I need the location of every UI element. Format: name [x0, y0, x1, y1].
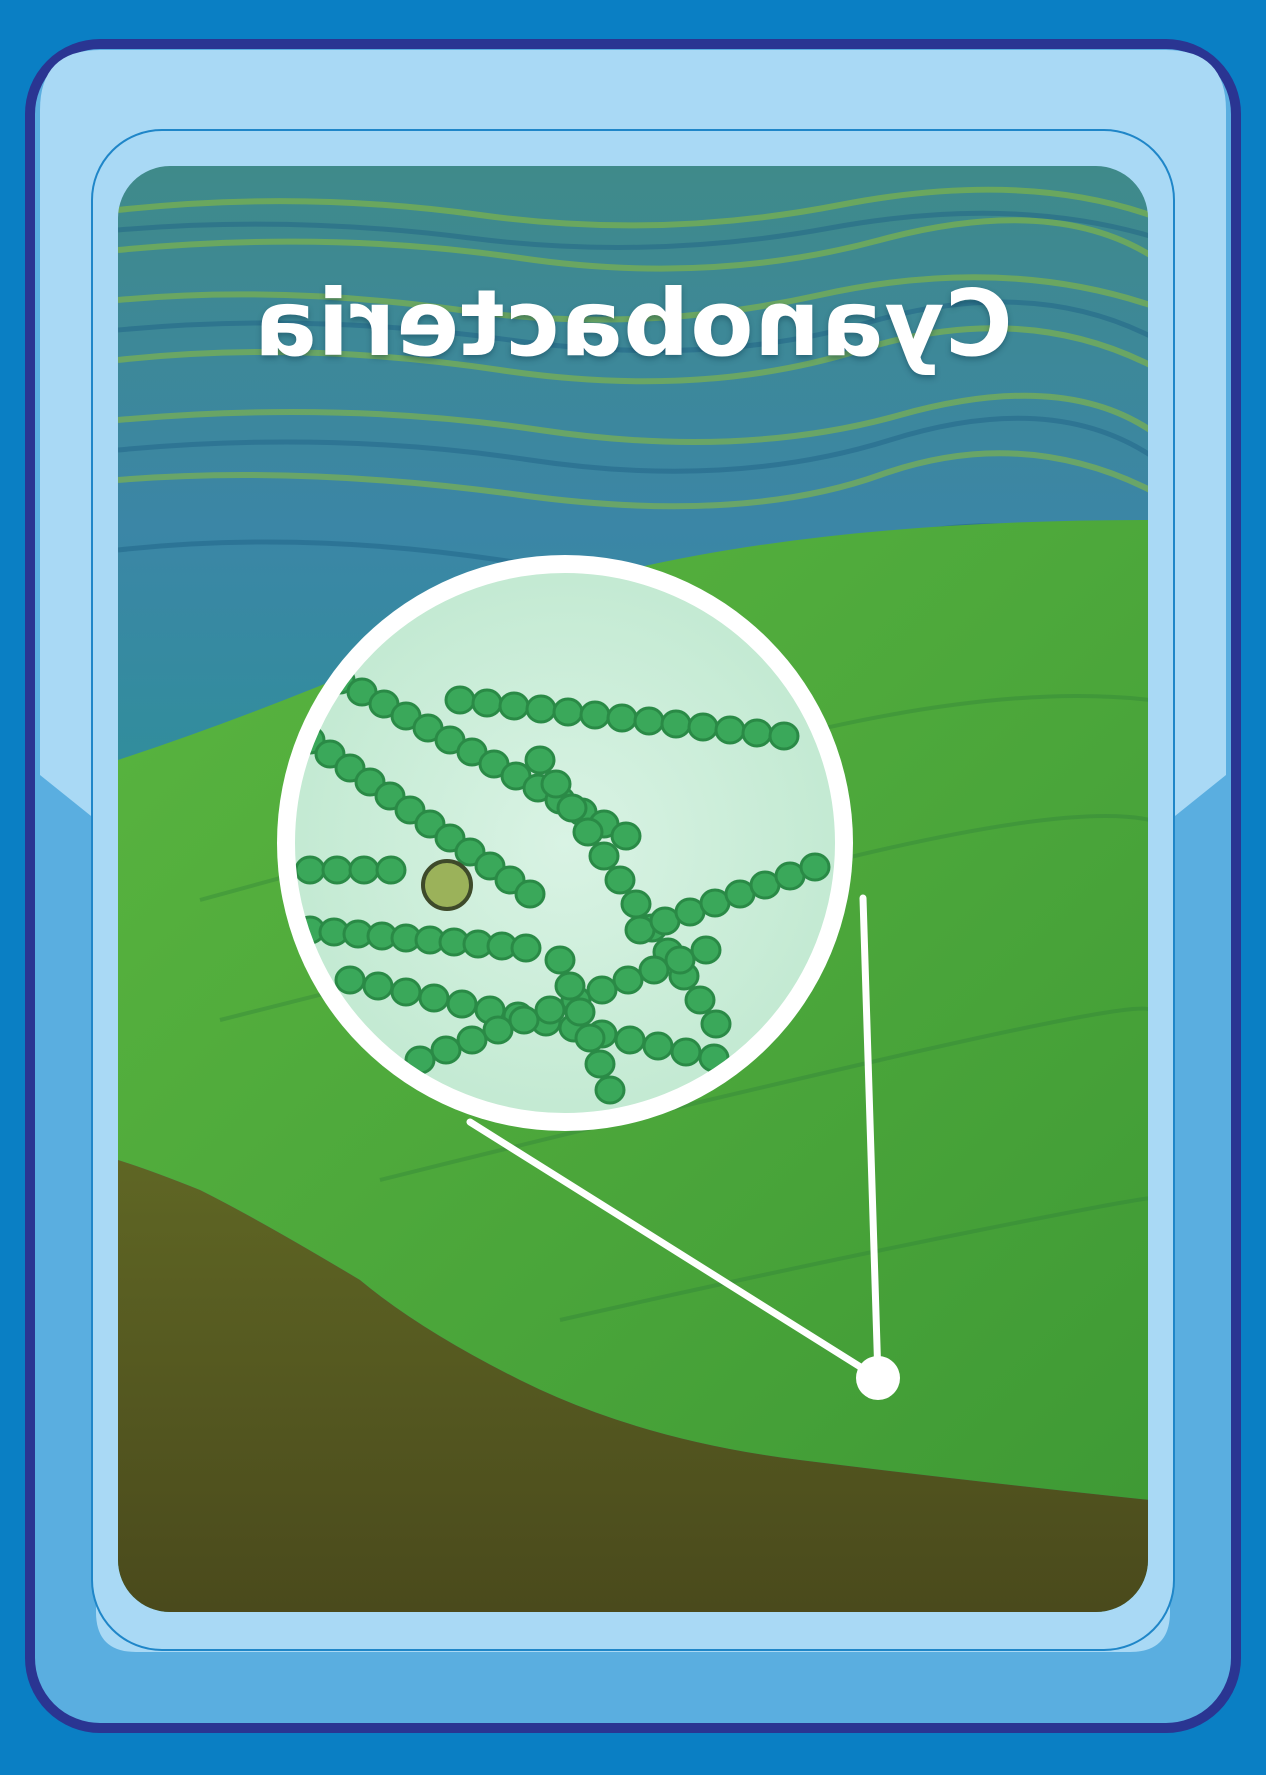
cell — [574, 1023, 606, 1053]
cell — [638, 955, 670, 985]
cell — [664, 945, 696, 975]
cell — [552, 697, 584, 727]
cell — [684, 985, 716, 1015]
cell — [321, 855, 353, 885]
cell — [604, 865, 636, 895]
cell — [510, 933, 542, 963]
cell — [418, 983, 450, 1013]
cell — [579, 700, 611, 730]
card-artwork — [25, 39, 1241, 1733]
cell — [554, 971, 586, 1001]
cell — [348, 855, 380, 885]
cell — [610, 821, 642, 851]
cell — [660, 709, 692, 739]
cell — [612, 965, 644, 995]
card-title: Cyanobacteria — [253, 270, 1013, 377]
flashcard: Cyanobacteria — [0, 0, 1266, 1771]
cell — [430, 1035, 462, 1065]
cell — [390, 977, 422, 1007]
cell — [540, 769, 572, 799]
cell — [456, 1025, 488, 1055]
cell — [508, 1005, 540, 1035]
cell — [446, 989, 478, 1019]
cell — [687, 712, 719, 742]
cell — [700, 1009, 732, 1039]
cell — [572, 817, 604, 847]
cell — [714, 715, 746, 745]
cell — [588, 841, 620, 871]
cell — [544, 945, 576, 975]
microscope-view — [293, 571, 837, 1115]
callout-pointer-dot — [856, 1356, 900, 1400]
cell — [444, 685, 476, 715]
cell — [498, 691, 530, 721]
cell — [741, 718, 773, 748]
cell — [633, 706, 665, 736]
cell — [362, 971, 394, 1001]
cell — [564, 997, 596, 1027]
cell — [294, 855, 326, 885]
cell — [768, 721, 800, 751]
cell — [556, 793, 588, 823]
cell — [799, 852, 831, 882]
cell — [642, 1031, 674, 1061]
cell — [334, 965, 366, 995]
cell — [471, 688, 503, 718]
cell — [690, 935, 722, 965]
cell — [524, 745, 556, 775]
magnifier-callout-icon — [277, 555, 853, 1131]
cell — [534, 995, 566, 1025]
cell — [614, 1025, 646, 1055]
cell — [670, 1037, 702, 1067]
cell — [584, 1049, 616, 1079]
cell — [375, 855, 407, 885]
cell — [514, 879, 546, 909]
cell — [525, 694, 557, 724]
cell — [606, 703, 638, 733]
cell — [586, 975, 618, 1005]
cell — [482, 1015, 514, 1045]
cell — [594, 1075, 626, 1105]
cell — [620, 889, 652, 919]
